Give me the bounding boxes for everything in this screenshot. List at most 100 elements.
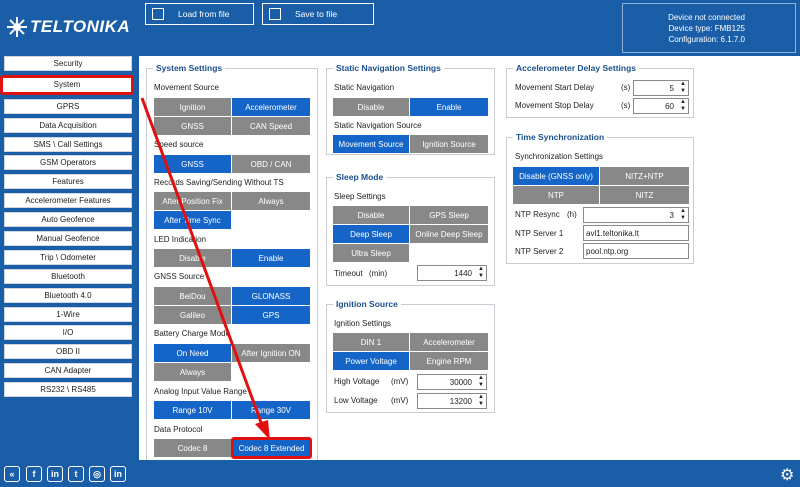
sidebar-item-io[interactable]: I/O <box>4 325 132 341</box>
sync-nitz-option[interactable]: NITZ <box>600 186 689 204</box>
sidebar-item-label: Data Acquisition <box>39 120 97 130</box>
sidebar-item-data-acquisition[interactable]: Data Acquisition <box>4 117 132 133</box>
sidebar-item-label: Auto Geofence <box>41 215 95 225</box>
high-voltage-stepper[interactable]: 30000 ▲ ▼ <box>417 374 487 390</box>
ntp-server2-input[interactable]: pool.ntp.org <box>583 243 689 259</box>
start-delay-unit: (s) <box>621 83 631 92</box>
sidebar-item-features[interactable]: Features <box>4 174 132 190</box>
ignition-power-voltage-option[interactable]: Power Voltage <box>333 352 409 370</box>
static-nav-movement-option[interactable]: Movement Source <box>333 135 409 153</box>
static-nav-ignition-option[interactable]: Ignition Source <box>410 135 488 153</box>
load-label: Load from file <box>178 9 230 19</box>
sidebar-item-bluetooth[interactable]: Bluetooth <box>4 268 132 284</box>
stepper-arrows-icon[interactable]: ▲ ▼ <box>680 208 686 222</box>
high-voltage-unit: (mV) <box>391 377 409 386</box>
gnss-galileo-option[interactable]: Galileo <box>154 306 231 324</box>
ntp-resync-stepper[interactable]: 3 ▲ ▼ <box>583 207 689 223</box>
movement-ignition-option[interactable]: Ignition <box>154 98 231 116</box>
ntp-server1-label: NTP Server 1 <box>515 229 564 238</box>
ignition-din1-option[interactable]: DIN 1 <box>333 333 409 351</box>
sleep-disable-option[interactable]: Disable <box>333 206 409 224</box>
stop-delay-stepper[interactable]: 60 ▲ ▼ <box>633 98 689 114</box>
sidebar-item-security[interactable]: Security <box>4 56 132 71</box>
gnss-glonass-option[interactable]: GLONASS <box>232 287 310 305</box>
sleep-settings-label: Sleep Settings <box>334 192 386 201</box>
teltonika-logo: TELTONIKA <box>6 16 130 38</box>
led-enable-option[interactable]: Enable <box>232 249 310 267</box>
sidebar-item-can-adapter[interactable]: CAN Adapter <box>4 363 132 379</box>
static-nav-enable-option[interactable]: Enable <box>410 98 488 116</box>
linkedin-icon[interactable]: in <box>110 466 126 482</box>
gear-icon[interactable]: ⚙ <box>780 465 794 485</box>
static-nav-disable-option[interactable]: Disable <box>333 98 409 116</box>
stop-delay-label: Movement Stop Delay <box>515 101 594 110</box>
ignition-accelerometer-option[interactable]: Accelerometer <box>410 333 488 351</box>
movement-gnss-option[interactable]: GNSS <box>154 117 231 135</box>
speed-gnss-option[interactable]: GNSS <box>154 155 231 173</box>
stepper-arrows-icon[interactable]: ▲ ▼ <box>478 375 484 389</box>
sleep-ultra-option[interactable]: Ultra Sleep <box>333 244 409 262</box>
sidebar-item-gsm-operators[interactable]: GSM Operators <box>4 155 132 171</box>
double-arrow-icon[interactable]: « <box>4 466 20 482</box>
sidebar-item-system[interactable]: System <box>0 74 134 95</box>
timeout-unit: (min) <box>369 269 388 278</box>
sleep-deep-option[interactable]: Deep Sleep <box>333 225 409 243</box>
stepper-arrows-icon[interactable]: ▲ ▼ <box>478 266 484 280</box>
records-after-sync-option[interactable]: After Time Sync <box>154 211 231 229</box>
led-disable-option[interactable]: Disable <box>154 249 231 267</box>
sidebar-item-trip-odometer[interactable]: Trip \ Odometer <box>4 249 132 265</box>
battery-on-need-option[interactable]: On Need <box>154 344 231 362</box>
sidebar-item-manual-geofence[interactable]: Manual Geofence <box>4 231 132 247</box>
sidebar-item-label: CAN Adapter <box>44 366 92 376</box>
low-voltage-stepper[interactable]: 13200 ▲ ▼ <box>417 393 487 409</box>
protocol-codec8-option[interactable]: Codec 8 <box>154 439 231 457</box>
analog-range-10v-option[interactable]: Range 10V <box>154 401 231 419</box>
sidebar-item-rs232-rs485[interactable]: RS232 \ RS485 <box>4 382 132 398</box>
sidebar-item-accelerometer-features[interactable]: Accelerometer Features <box>4 193 132 209</box>
sidebar: Security System GPRS Data Acquisition SM… <box>0 56 134 401</box>
sidebar-item-label: I/O <box>62 328 74 338</box>
facebook-icon[interactable]: f <box>26 466 42 482</box>
start-delay-stepper[interactable]: 5 ▲ ▼ <box>633 80 689 96</box>
sidebar-item-obd-ii[interactable]: OBD II <box>4 344 132 360</box>
stepper-arrows-icon[interactable]: ▲ ▼ <box>680 99 686 113</box>
save-to-file-button[interactable]: Save to file <box>262 3 374 25</box>
battery-after-ignition-option[interactable]: After Ignition ON <box>232 344 310 362</box>
timeout-stepper[interactable]: 1440 ▲ ▼ <box>417 265 487 281</box>
ntp-resync-label: NTP Resync <box>515 210 560 219</box>
gnss-gps-option[interactable]: GPS <box>232 306 310 324</box>
sidebar-item-1-wire[interactable]: 1-Wire <box>4 306 132 322</box>
stop-delay-unit: (s) <box>621 101 631 110</box>
ntp-server1-input[interactable]: avl1.teltonika.lt <box>583 225 689 241</box>
instagram-icon[interactable]: ◎ <box>89 466 105 482</box>
movement-accelerometer-option[interactable]: Accelerometer <box>232 98 310 116</box>
load-from-file-button[interactable]: Load from file <box>145 3 254 25</box>
stepper-arrows-icon[interactable]: ▲ ▼ <box>478 394 484 408</box>
sleep-gps-option[interactable]: GPS Sleep <box>410 206 488 224</box>
sidebar-item-label: OBD II <box>55 347 80 357</box>
speed-obd-option[interactable]: OBD / CAN <box>232 155 310 173</box>
timeout-label: Timeout <box>334 269 363 278</box>
low-voltage-label: Low Voltage <box>334 396 378 405</box>
ignition-engine-rpm-option[interactable]: Engine RPM <box>410 352 488 370</box>
sync-ntp-option[interactable]: NTP <box>513 186 599 204</box>
movement-can-speed-option[interactable]: CAN Speed <box>232 117 310 135</box>
twitter-icon[interactable]: t <box>68 466 84 482</box>
battery-always-option[interactable]: Always <box>154 363 231 381</box>
sleep-online-deep-option[interactable]: Online Deep Sleep <box>410 225 488 243</box>
sidebar-item-bluetooth-4[interactable]: Bluetooth 4.0 <box>4 287 132 303</box>
stepper-arrows-icon[interactable]: ▲ ▼ <box>680 81 686 95</box>
records-always-option[interactable]: Always <box>232 192 310 210</box>
sidebar-item-gprs[interactable]: GPRS <box>4 98 132 114</box>
content-area: System Settings Movement Source Ignition… <box>139 56 800 462</box>
sidebar-item-auto-geofence[interactable]: Auto Geofence <box>4 212 132 228</box>
gnss-beidou-option[interactable]: BeiDou <box>154 287 231 305</box>
analog-range-30v-option[interactable]: Range 30V <box>232 401 310 419</box>
sidebar-item-sms-call[interactable]: SMS \ Call Settings <box>4 136 132 152</box>
protocol-codec8-extended-option[interactable]: Codec 8 Extended <box>231 437 312 459</box>
sync-nitz-ntp-option[interactable]: NITZ+NTP <box>600 167 689 185</box>
top-bar: TELTONIKA Load from file Save to file De… <box>0 0 800 56</box>
linkedin-icon[interactable]: in <box>47 466 63 482</box>
sync-disable-option[interactable]: Disable (GNSS only) <box>513 167 599 185</box>
records-after-fix-option[interactable]: After Position Fix <box>154 192 231 210</box>
